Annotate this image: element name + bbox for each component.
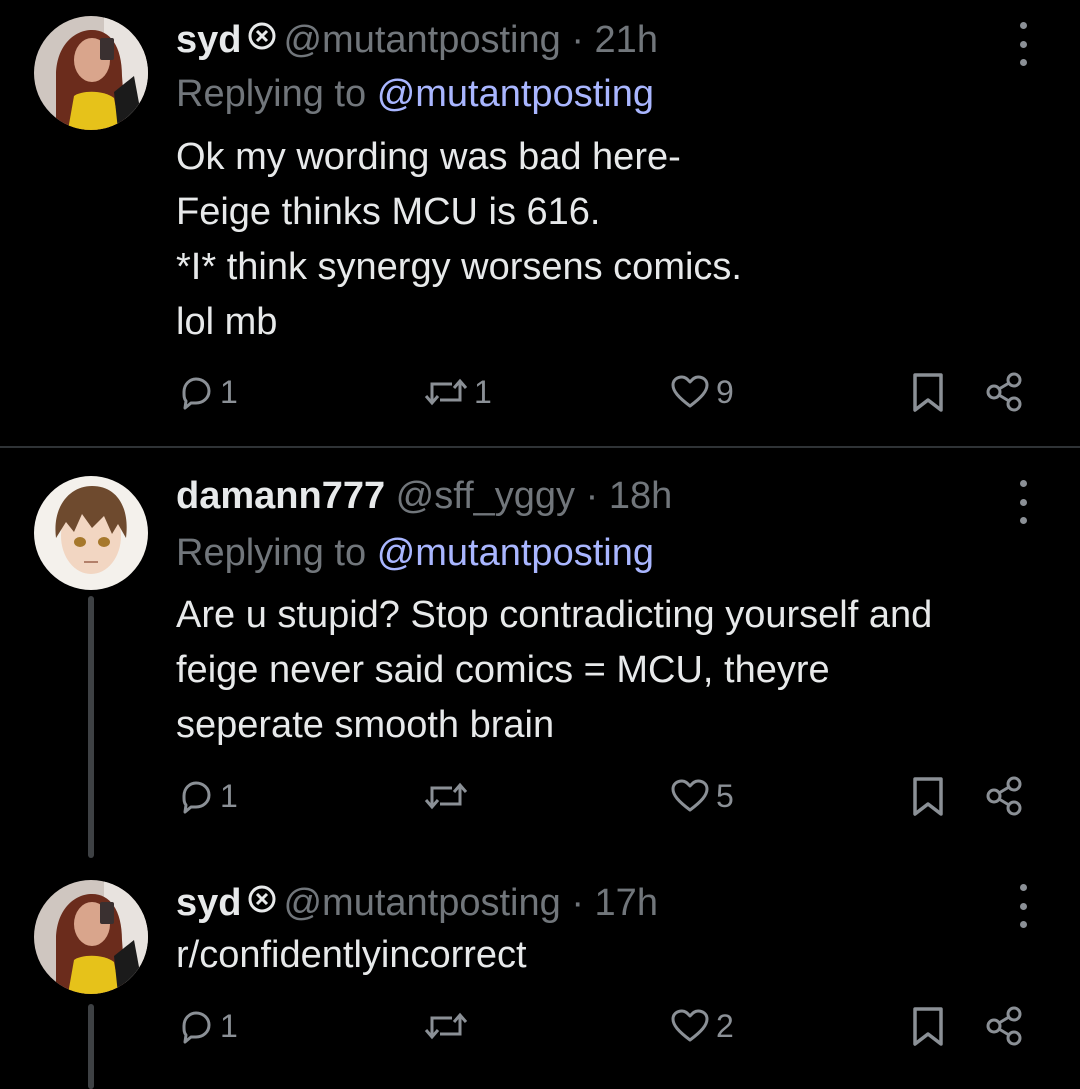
reply-icon [176,776,216,816]
handle[interactable]: @mutantposting [283,882,560,924]
heart-icon [668,776,712,816]
avatar[interactable] [34,476,148,590]
reply-button[interactable]: 1 [176,776,238,816]
like-count: 9 [716,373,734,410]
display-name[interactable]: syd [176,882,241,924]
tweet-line: Ok my wording was bad here- [176,136,681,178]
tweet-line: lol mb [176,301,278,343]
heart-icon [668,1006,712,1046]
share-icon [984,372,1026,412]
tweet-line: seperate smooth brain [176,704,555,746]
separator: · [571,882,584,925]
replying-to: Replying to @mutantposting [176,72,654,116]
reply-icon [176,1006,216,1046]
handle[interactable]: @mutantposting [283,19,560,61]
tweet-line: *I* think synergy worsens comics. [176,246,742,288]
replying-prefix: Replying to [176,532,367,574]
avatar[interactable] [34,880,148,994]
tweet-line: feige never said comics = MCU, theyre [176,649,830,691]
action-bar: 1 5 [0,776,1080,826]
timestamp[interactable]: 21h [595,19,658,61]
display-name[interactable]: damann777 [176,475,385,517]
tweet[interactable]: syd @mutantposting · 21h Replying to @mut… [0,0,1080,446]
tweet-header: damann777 @sff_yggy · 18h [176,474,672,518]
tweet-header: syd @mutantposting · 17h [176,880,658,930]
reply-count: 1 [220,373,238,410]
tweet-header: syd @mutantposting · 21h [176,17,658,67]
reply-count: 1 [220,777,238,814]
tweet-line: Feige thinks MCU is 616. [176,191,601,233]
reply-button[interactable]: 1 [176,372,238,412]
like-button[interactable]: 2 [668,1006,734,1046]
like-count: 2 [716,1007,734,1044]
timestamp[interactable]: 17h [595,882,658,924]
tweet-text: Are u stupid? Stop contradicting yoursel… [176,588,1036,753]
separator: · [585,475,599,517]
replying-prefix: Replying to [176,73,367,115]
timestamp[interactable]: 18h [609,475,672,517]
bookmark-button[interactable] [910,372,946,414]
tweet[interactable]: syd @mutantposting · 17h r/confidentlyinc… [0,858,1080,1089]
heart-icon [668,372,712,412]
circle-x-icon [247,880,277,924]
bookmark-icon [910,776,946,818]
more-vertical-icon[interactable] [1010,480,1036,524]
reply-icon [176,372,216,412]
like-count: 5 [716,777,734,814]
retweet-button[interactable]: 1 [422,372,492,412]
retweet-icon [422,776,470,816]
retweet-button[interactable] [422,1006,474,1046]
retweet-count: 1 [474,373,492,410]
retweet-button[interactable] [422,776,474,816]
mention-link[interactable]: @mutantposting [377,73,654,115]
action-bar: 1 1 9 [0,372,1080,422]
bookmark-button[interactable] [910,1006,946,1048]
retweet-icon [422,1006,470,1046]
action-bar: 1 2 [0,1006,1080,1056]
mention-link[interactable]: @mutantposting [377,532,654,574]
share-button[interactable] [984,1006,1026,1046]
tweet-line: Are u stupid? Stop contradicting yoursel… [176,594,933,636]
share-button[interactable] [984,776,1026,816]
like-button[interactable]: 5 [668,776,734,816]
reply-button[interactable]: 1 [176,1006,238,1046]
tweet-text: Ok my wording was bad here- Feige thinks… [176,130,1036,350]
bookmark-button[interactable] [910,776,946,818]
share-icon [984,1006,1026,1046]
like-button[interactable]: 9 [668,372,734,412]
separator: · [571,19,584,62]
tweet-text: r/confidentlyincorrect [176,928,1036,983]
more-vertical-icon[interactable] [1010,22,1036,66]
retweet-icon [422,372,470,412]
tweet-line: r/confidentlyincorrect [176,934,527,976]
share-button[interactable] [984,372,1026,412]
bookmark-icon [910,1006,946,1048]
handle[interactable]: @sff_yggy [396,475,575,517]
share-icon [984,776,1026,816]
bookmark-icon [910,372,946,414]
more-vertical-icon[interactable] [1010,884,1036,928]
tweet[interactable]: damann777 @sff_yggy · 18h Replying to @m… [0,448,1080,858]
display-name[interactable]: syd [176,19,241,61]
avatar[interactable] [34,16,148,130]
replying-to: Replying to @mutantposting [176,531,654,575]
reply-count: 1 [220,1007,238,1044]
circle-x-icon [247,17,277,61]
